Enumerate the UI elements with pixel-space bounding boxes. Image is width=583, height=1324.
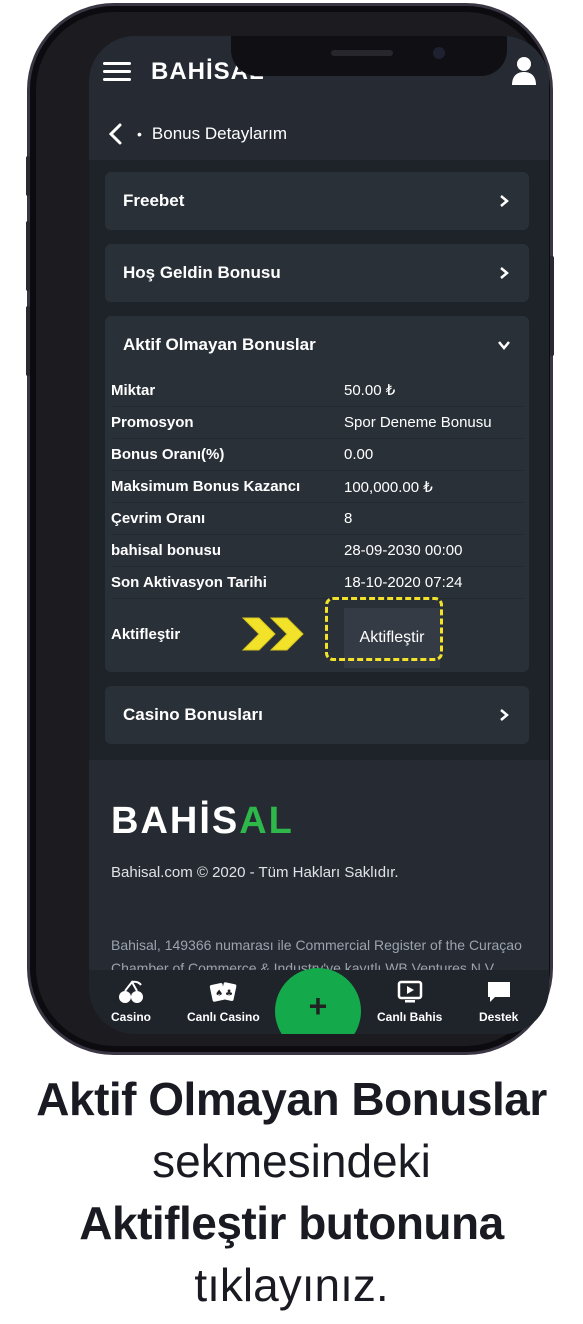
nav-label: Destek — [479, 1010, 519, 1024]
detail-value: 0.00 — [344, 446, 374, 463]
power-button — [550, 256, 554, 356]
svg-text:♠: ♠ — [215, 989, 223, 999]
tv-play-icon — [397, 980, 422, 1003]
detail-key: Miktar — [111, 381, 156, 399]
double-arrow-icon — [241, 617, 304, 651]
detail-row: Çevrim Oranı 8 — [111, 502, 523, 534]
detail-value: 18-10-2020 07:24 — [344, 574, 463, 591]
chevron-down-icon — [498, 341, 510, 350]
activate-button[interactable]: Aktifleştir — [344, 608, 440, 668]
chat-icon — [487, 982, 510, 1002]
speaker — [331, 50, 393, 56]
instruction-caption: Aktif Olmayan Bonuslar sekmesindeki Akti… — [0, 1068, 583, 1316]
detail-key: bahisal bonusu — [111, 542, 222, 559]
phone-screen: BAHİSAL • Bonus Detaylarım Freebet Hoş G… — [89, 36, 549, 1034]
section-freebet[interactable]: Freebet — [105, 172, 529, 230]
section-label: Aktif Olmayan Bonuslar — [123, 335, 316, 354]
nav-canli-casino[interactable]: ♠ ♣ Canlı Casino — [187, 980, 260, 1024]
detail-row: Bonus Oranı(%) 0.00 — [111, 438, 523, 470]
detail-value: 8 — [344, 510, 353, 527]
nav-destek[interactable]: Destek — [479, 980, 518, 1024]
detail-value: 100,000.00 ₺ — [344, 478, 433, 496]
volume-down-button — [26, 306, 30, 376]
chevron-right-icon — [500, 267, 509, 279]
detail-row: Promosyon Spor Deneme Bonusu — [111, 406, 523, 438]
cherry-icon — [119, 980, 143, 1003]
caption-line-2: sekmesindeki — [152, 1135, 431, 1187]
detail-row: Maksimum Bonus Kazancı 100,000.00 ₺ — [111, 470, 523, 502]
volume-up-button — [26, 221, 30, 291]
detail-value: 50.00 ₺ — [344, 382, 396, 399]
caption-line-1: Aktif Olmayan Bonuslar — [36, 1073, 547, 1125]
section-casino-bonuslari[interactable]: Casino Bonusları — [105, 686, 529, 744]
detail-value: 28-09-2030 00:00 — [344, 542, 463, 559]
nav-label: Canlı Bahis — [377, 1010, 443, 1024]
bonus-details-table: Miktar 50.00 ₺ Promosyon Spor Deneme Bon… — [105, 374, 529, 670]
user-icon[interactable] — [511, 56, 537, 86]
bonus-content: Freebet Hoş Geldin Bonusu Aktif Olmayan … — [89, 160, 549, 760]
breadcrumb: • Bonus Detaylarım — [89, 108, 549, 160]
menu-icon[interactable] — [103, 62, 131, 82]
chevron-right-icon — [500, 195, 509, 207]
detail-key: Promosyon — [111, 414, 194, 431]
detail-key: Son Aktivasyon Tarihi — [111, 574, 267, 591]
detail-row: Miktar 50.00 ₺ — [111, 374, 523, 406]
detail-key: Bonus Oranı(%) — [111, 446, 225, 463]
section-label: Casino Bonusları — [123, 705, 263, 724]
detail-value: Spor Deneme Bonusu — [344, 414, 492, 431]
section-header[interactable]: Aktif Olmayan Bonuslar — [105, 316, 529, 374]
activate-row: Aktifleştir — [111, 598, 523, 670]
detail-row: Son Aktivasyon Tarihi 18-10-2020 07:24 — [111, 566, 523, 598]
nav-canli-bahis[interactable]: Canlı Bahis — [377, 980, 442, 1024]
breadcrumb-separator: • — [137, 126, 142, 142]
svg-text:♣: ♣ — [225, 989, 233, 999]
section-aktif-olmayan-bonuslar: Aktif Olmayan Bonuslar Miktar 50.00 ₺ Pr… — [105, 316, 529, 672]
detail-key: Çevrim Oranı — [111, 510, 206, 527]
site-footer: BAHİSAL Bahisal.com © 2020 - Tüm Hakları… — [89, 760, 549, 999]
caption-line-3: Aktifleştir butonuna — [79, 1197, 504, 1249]
nav-label: Casino — [111, 1010, 152, 1024]
section-label: Freebet — [123, 191, 185, 210]
copyright-text: Bahisal.com © 2020 - Tüm Hakları Saklıdı… — [111, 864, 399, 881]
nav-casino[interactable]: Casino — [111, 980, 151, 1024]
detail-key: Maksimum Bonus Kazancı — [111, 478, 301, 495]
chevron-right-icon — [500, 709, 509, 721]
cards-icon: ♠ ♣ — [210, 982, 237, 1002]
caption-line-4: tıklayınız. — [194, 1259, 389, 1311]
detail-row: bahisal bonusu 28-09-2030 00:00 — [111, 534, 523, 566]
nav-label: Canlı Casino — [187, 1010, 260, 1024]
phone-frame: BAHİSAL • Bonus Detaylarım Freebet Hoş G… — [26, 6, 554, 1052]
back-chevron-icon[interactable] — [107, 123, 125, 145]
footer-logo: BAHİSAL — [111, 800, 294, 842]
mute-switch — [26, 156, 30, 196]
plus-icon: + — [308, 988, 328, 1024]
section-label: Hoş Geldin Bonusu — [123, 263, 281, 282]
page-title: Bonus Detaylarım — [151, 124, 288, 143]
front-camera — [433, 47, 445, 59]
notch — [231, 36, 507, 76]
section-hos-geldin-bonusu[interactable]: Hoş Geldin Bonusu — [105, 244, 529, 302]
